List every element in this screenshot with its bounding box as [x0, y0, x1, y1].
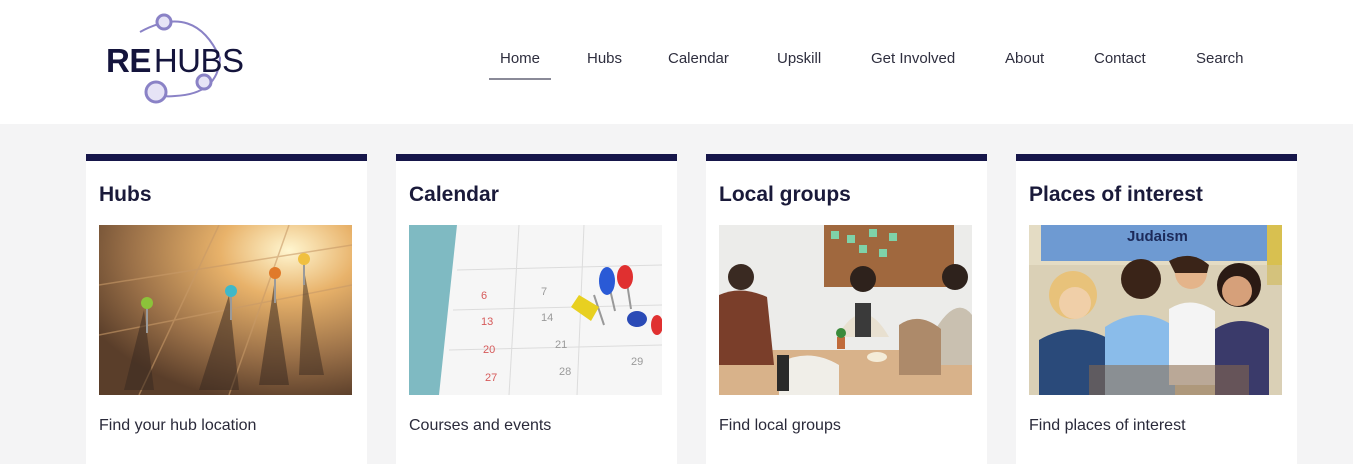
nav-contact[interactable]: Contact — [1094, 50, 1146, 67]
card-title: Places of interest — [1029, 183, 1203, 206]
main-nav: Home Hubs Calendar Upskill Get Involved … — [0, 50, 1353, 80]
calendar-number: 21 — [555, 339, 567, 351]
nav-calendar[interactable]: Calendar — [668, 50, 729, 67]
nav-search[interactable]: Search — [1196, 50, 1244, 67]
meeting-photo[interactable] — [719, 225, 972, 395]
card-link[interactable]: Find your hub location — [99, 417, 256, 435]
card-calendar[interactable]: Calendar 6 13 20 27 7 14 21 28 29 Course… — [396, 154, 677, 464]
poster-text: Judaism — [1127, 228, 1188, 245]
calendar-number: 6 — [481, 290, 487, 302]
nav-home[interactable]: Home — [488, 50, 552, 80]
children-classroom-photo[interactable]: Judaism — [1029, 225, 1282, 395]
card-places-of-interest[interactable]: Places of interest Judaism Find places o… — [1016, 154, 1297, 464]
calendar-number: 13 — [481, 316, 493, 328]
card-link[interactable]: Find places of interest — [1029, 417, 1186, 435]
calendar-number: 14 — [541, 312, 553, 324]
nav-hubs[interactable]: Hubs — [587, 50, 622, 67]
calendar-number: 7 — [541, 286, 547, 298]
calendar-number: 20 — [483, 344, 495, 356]
card-grid: Hubs Find your hub location Calendar 6 1… — [0, 124, 1353, 464]
card-title: Hubs — [99, 183, 152, 206]
nav-upskill[interactable]: Upskill — [777, 50, 821, 67]
site-header: REHUBS Home Hubs Calendar Upskill Get In… — [0, 0, 1353, 124]
card-local-groups[interactable]: Local groups Find local groups — [706, 154, 987, 464]
card-title: Calendar — [409, 183, 499, 206]
calendar-number: 28 — [559, 366, 571, 378]
map-pins-photo[interactable] — [99, 225, 352, 395]
nav-about[interactable]: About — [1005, 50, 1044, 67]
card-hubs[interactable]: Hubs Find your hub location — [86, 154, 367, 464]
calendar-number: 27 — [485, 372, 497, 384]
calendar-number: 29 — [631, 356, 643, 368]
card-title: Local groups — [719, 183, 851, 206]
card-link[interactable]: Find local groups — [719, 417, 841, 435]
calendar-pins-photo[interactable]: 6 13 20 27 7 14 21 28 29 — [409, 225, 662, 395]
nav-get-involved[interactable]: Get Involved — [871, 50, 955, 67]
card-link[interactable]: Courses and events — [409, 417, 551, 435]
